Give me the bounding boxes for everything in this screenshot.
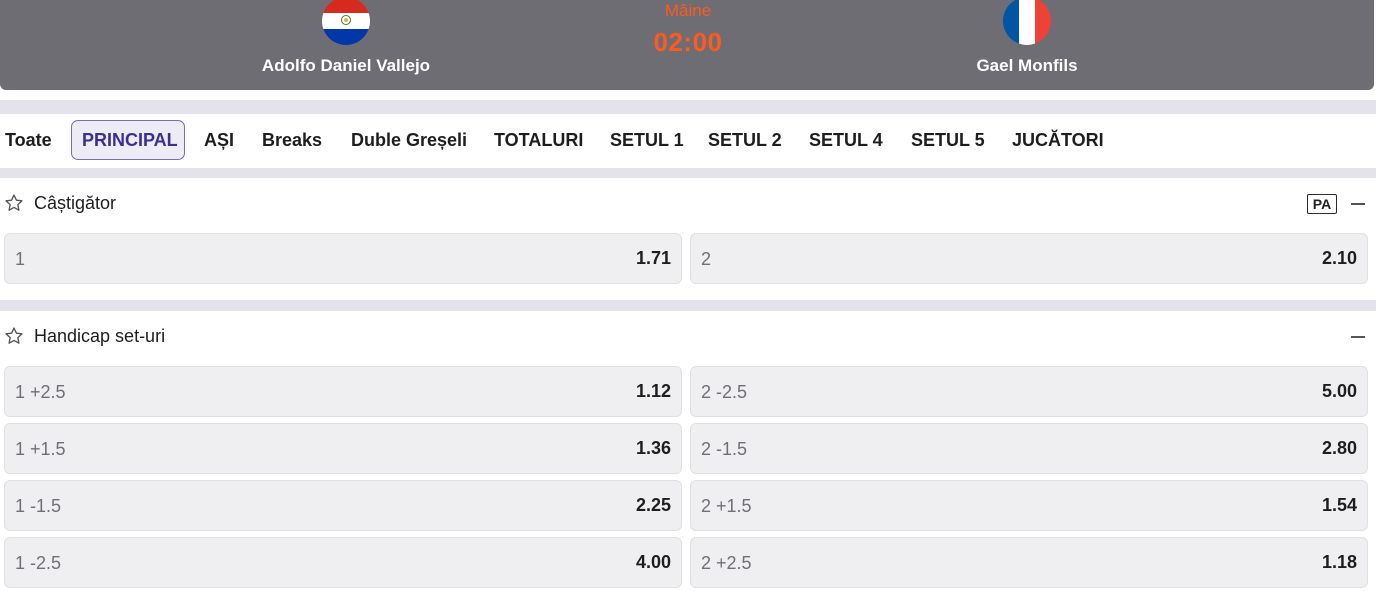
odd-value: 2.25 — [635, 495, 671, 515]
odd-value: 2.10 — [1321, 248, 1357, 268]
odd-button[interactable]: 1 +1.5 1.36 — [4, 423, 682, 474]
star-icon[interactable] — [4, 326, 24, 346]
divider — [0, 168, 1376, 178]
market-header[interactable]: Câștigător PA — [0, 178, 1376, 230]
home-team-name: Adolfo Daniel Vallejo — [261, 56, 431, 75]
odd-value: 1.54 — [1321, 495, 1357, 515]
odd-button[interactable]: 2 -2.5 5.00 — [690, 366, 1368, 417]
match-time: Mâine 02:00 — [588, 0, 788, 58]
market-title: Handicap set-uri — [34, 326, 166, 346]
tab-asi[interactable]: AȘI — [204, 120, 234, 160]
odd-label: 1 +1.5 — [15, 439, 66, 459]
home-team[interactable]: Adolfo Daniel Vallejo — [196, 0, 496, 76]
tab-setul-5[interactable]: SETUL 5 — [911, 120, 985, 160]
market-header[interactable]: Handicap set-uri — [0, 311, 1376, 363]
tab-toate[interactable]: Toate — [5, 120, 52, 160]
odd-value: 4.00 — [635, 552, 671, 572]
odd-label: 2 +2.5 — [701, 553, 752, 573]
odd-label: 2 — [701, 249, 712, 269]
odd-label: 1 +2.5 — [15, 382, 66, 402]
odd-button[interactable]: 1 -2.5 4.00 — [4, 537, 682, 588]
odd-label: 2 -2.5 — [701, 382, 748, 402]
away-team[interactable]: Gael Monfils — [877, 0, 1177, 76]
france-flag-icon — [1003, 0, 1051, 45]
odd-value: 5.00 — [1321, 381, 1357, 401]
odd-value: 1.71 — [635, 248, 671, 268]
market-castigator: Câștigător PA 1 1.71 2 2.10 — [0, 178, 1376, 300]
odd-button[interactable]: 1 +2.5 1.12 — [4, 366, 682, 417]
divider — [0, 100, 1376, 114]
star-icon[interactable] — [4, 193, 24, 213]
market-title: Câștigător — [34, 193, 117, 213]
paraguay-flag-icon — [322, 0, 370, 45]
away-team-name: Gael Monfils — [976, 56, 1078, 75]
odd-button[interactable]: 2 2.10 — [690, 233, 1368, 284]
collapse-icon[interactable] — [1351, 336, 1365, 338]
match-day: Mâine — [664, 1, 712, 20]
odd-value: 1.12 — [635, 381, 671, 401]
odd-value: 1.36 — [635, 438, 671, 458]
market-tabs: Toate PRINCIPAL AȘI Breaks Duble Greșeli… — [0, 114, 1376, 168]
tab-breaks[interactable]: Breaks — [262, 120, 322, 160]
tab-totaluri[interactable]: TOTALURI — [494, 120, 583, 160]
odd-label: 2 +1.5 — [701, 496, 752, 516]
odd-button[interactable]: 2 +2.5 1.18 — [690, 537, 1368, 588]
odd-value: 2.80 — [1321, 438, 1357, 458]
tab-principal[interactable]: PRINCIPAL — [71, 120, 185, 160]
market-handicap-seturi: Handicap set-uri 1 +2.5 1.12 2 -2.5 5.00… — [0, 311, 1376, 591]
odd-label: 1 — [15, 249, 26, 269]
odd-button[interactable]: 1 1.71 — [4, 233, 682, 284]
match-clock: 02:00 — [653, 27, 723, 57]
odd-button[interactable]: 2 +1.5 1.54 — [690, 480, 1368, 531]
odd-button[interactable]: 1 -1.5 2.25 — [4, 480, 682, 531]
odd-label: 1 -2.5 — [15, 553, 62, 573]
tab-jucatori[interactable]: JUCĂTORI — [1012, 120, 1104, 160]
tab-setul-2[interactable]: SETUL 2 — [708, 120, 782, 160]
tab-setul-4[interactable]: SETUL 4 — [809, 120, 883, 160]
divider — [0, 300, 1376, 311]
odd-button[interactable]: 2 -1.5 2.80 — [690, 423, 1368, 474]
tab-duble-greseli[interactable]: Duble Greșeli — [351, 120, 467, 160]
match-header: Adolfo Daniel Vallejo Mâine 02:00 Gael M… — [0, 0, 1374, 90]
odd-value: 1.18 — [1321, 552, 1357, 572]
odd-label: 1 -1.5 — [15, 496, 62, 516]
collapse-icon[interactable] — [1351, 203, 1365, 205]
odd-label: 2 -1.5 — [701, 439, 748, 459]
tab-setul-1[interactable]: SETUL 1 — [610, 120, 684, 160]
pa-badge[interactable]: PA — [1307, 194, 1337, 214]
